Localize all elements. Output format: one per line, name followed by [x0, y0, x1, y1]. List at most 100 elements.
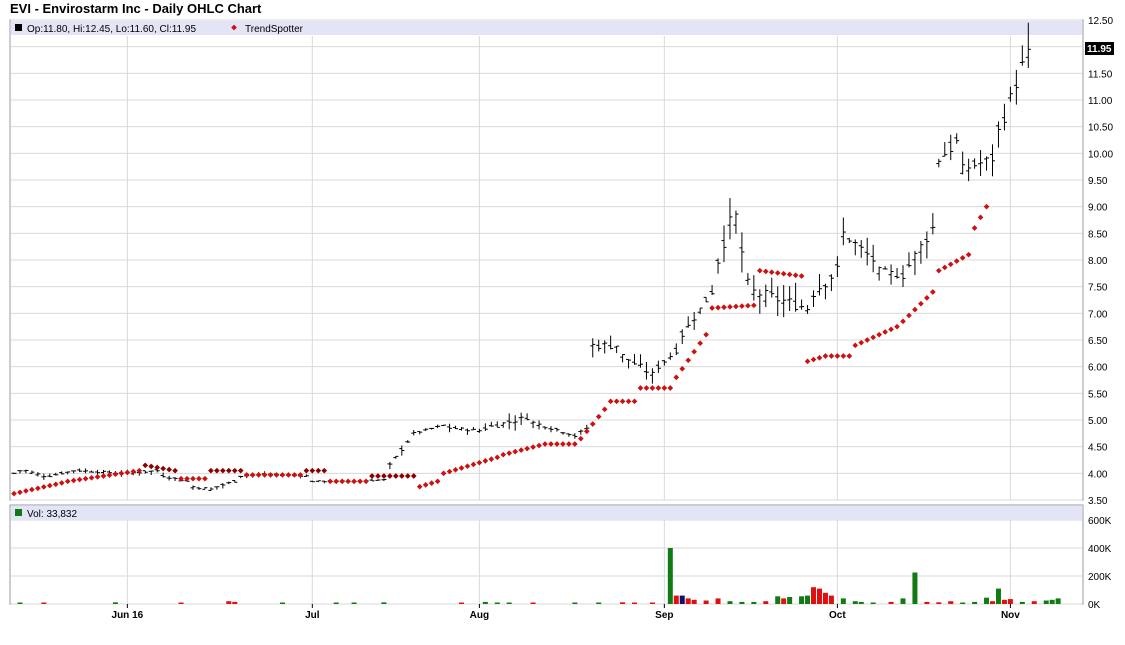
- x-tick-label: Nov: [1001, 610, 1020, 621]
- x-tick-label: Jun 16: [112, 610, 144, 621]
- volume-bar: [667, 548, 673, 604]
- price-tick-label: 8.00: [1088, 256, 1108, 267]
- ohlc-chart: 12.5012.0011.5011.0010.5010.009.509.008.…: [9, 16, 1114, 621]
- volume-bar: [990, 601, 996, 604]
- trendspotter-legend-label: TrendSpotter: [245, 24, 304, 35]
- ohlc-legend-swatch: [15, 24, 22, 31]
- volume-bar: [763, 601, 769, 604]
- volume-bar: [649, 602, 655, 604]
- volume-bar: [1001, 599, 1007, 604]
- volume-bar: [41, 602, 47, 604]
- volume-bar: [912, 572, 918, 604]
- volume-bar: [178, 602, 184, 604]
- price-tick-label: 11.50: [1088, 69, 1113, 80]
- volume-legend-label: Vol: 33,832: [27, 509, 77, 520]
- price-tick-label: 11.00: [1088, 96, 1113, 107]
- volume-bar: [787, 597, 793, 604]
- price-tick-label: 10.00: [1088, 149, 1113, 160]
- volume-bar: [822, 592, 828, 604]
- price-tick-label: 9.50: [1088, 176, 1108, 187]
- price-tick-label: 4.00: [1088, 469, 1108, 480]
- volume-bar: [840, 598, 846, 604]
- volume-bar: [1043, 600, 1049, 604]
- price-tick-label: 10.50: [1088, 123, 1113, 134]
- x-tick-label: Oct: [829, 610, 846, 621]
- last-price-label: 11.95: [1087, 44, 1112, 55]
- volume-bar: [381, 602, 387, 604]
- x-axis: Jun 16 Jul Aug Sep Oct Nov: [112, 604, 1020, 621]
- price-tick-label: 3.50: [1088, 496, 1108, 507]
- x-tick-label: Aug: [470, 610, 489, 621]
- x-tick-label: Sep: [655, 610, 673, 621]
- volume-bar: [572, 602, 578, 604]
- volume-bar: [948, 601, 954, 604]
- volume-bar: [936, 602, 942, 604]
- volume-tick-label: 600K: [1088, 516, 1112, 527]
- volume-bar: [279, 602, 285, 604]
- volume-bar: [811, 587, 817, 604]
- x-tick-label: Jul: [305, 610, 320, 621]
- volume-bar: [852, 601, 858, 604]
- volume-bar: [805, 595, 811, 604]
- volume-bar: [1055, 598, 1061, 604]
- price-tick-label: 4.50: [1088, 443, 1108, 454]
- volume-bar: [799, 596, 805, 604]
- volume-bar: [596, 602, 602, 604]
- volume-bar: [679, 595, 685, 604]
- volume-bar: [494, 602, 500, 604]
- price-axis: 12.5012.0011.5011.0010.5010.009.509.008.…: [1088, 16, 1113, 507]
- volume-bar: [1007, 599, 1013, 604]
- volume-bar: [816, 588, 822, 604]
- volume-bar: [530, 602, 536, 604]
- volume-bar: [924, 601, 930, 604]
- volume-bar: [333, 602, 339, 604]
- price-tick-label: 7.50: [1088, 283, 1108, 294]
- volume-bar: [17, 602, 23, 604]
- volume-legend-bar: [11, 506, 1082, 520]
- volume-bar: [858, 601, 864, 604]
- volume-bar: [351, 602, 357, 604]
- volume-bar: [727, 601, 733, 604]
- volume-tick-label: 200K: [1088, 572, 1112, 583]
- volume-bar: [620, 602, 626, 604]
- price-tick-label: 6.00: [1088, 363, 1108, 374]
- volume-bar: [632, 602, 638, 604]
- volume-bar: [1049, 599, 1055, 604]
- volume-bar: [972, 601, 978, 604]
- volume-bar: [482, 601, 488, 604]
- volume-bar: [739, 601, 745, 604]
- volume-bar: [870, 602, 876, 604]
- volume-bar: [960, 602, 966, 604]
- price-tick-label: 9.00: [1088, 203, 1108, 214]
- volume-bar: [900, 598, 906, 604]
- volume-bar: [751, 601, 757, 604]
- price-tick-label: 6.50: [1088, 336, 1108, 347]
- price-tick-label: 7.00: [1088, 309, 1108, 320]
- volume-bar: [458, 602, 464, 604]
- price-tick-label: 5.50: [1088, 389, 1108, 400]
- volume-bar: [703, 600, 709, 604]
- price-tick-label: 12.50: [1088, 16, 1113, 27]
- volume-bar: [775, 596, 781, 604]
- volume-bar: [226, 601, 232, 604]
- volume-bar: [673, 595, 679, 604]
- volume-bar: [1019, 601, 1025, 604]
- volume-bar: [691, 599, 697, 604]
- ohlc-legend-label: Op:11.80, Hi:12.45, Lo:11.60, Cl:11.95: [27, 24, 196, 35]
- volume-tick-label: 400K: [1088, 544, 1112, 555]
- volume-bar: [506, 602, 512, 604]
- volume-bar: [112, 602, 118, 604]
- volume-bar: [1031, 601, 1037, 604]
- volume-bar: [715, 598, 721, 604]
- volume-bar: [888, 601, 894, 604]
- volume-tick-label: 0K: [1088, 600, 1101, 611]
- volume-bar: [995, 588, 1001, 604]
- price-tick-label: 5.00: [1088, 416, 1108, 427]
- price-tick-label: 8.50: [1088, 229, 1108, 240]
- volume-bar: [232, 601, 238, 604]
- volume-legend-swatch: [15, 509, 22, 516]
- volume-bar: [828, 595, 834, 604]
- volume-axis: 600K 400K 200K 0K: [1088, 516, 1112, 611]
- volume-bar: [984, 597, 990, 604]
- volume-bar: [781, 598, 787, 604]
